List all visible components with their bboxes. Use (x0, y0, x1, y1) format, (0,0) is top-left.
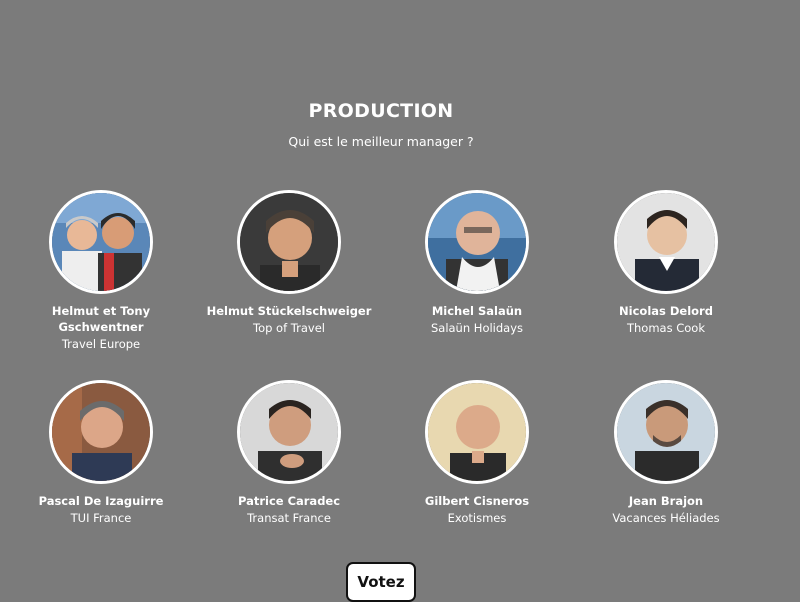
manager-photo-man-portrait-icon (425, 380, 529, 484)
section-title: PRODUCTION (308, 100, 454, 122)
manager-card[interactable]: Patrice Caradec Transat France (204, 380, 374, 526)
manager-photo-man-portrait-icon (237, 190, 341, 294)
manager-company: TUI France (70, 511, 132, 525)
manager-photo-man-portrait-icon (49, 380, 153, 484)
manager-name: Gilbert Cisneros (424, 494, 530, 508)
manager-name: Patrice Caradec (237, 494, 341, 508)
manager-company: Vacances Héliades (612, 511, 720, 525)
manager-photo-man-portrait-icon (614, 190, 718, 294)
manager-photo-man-portrait-icon (614, 380, 718, 484)
manager-card[interactable]: Pascal De Izaguirre TUI France (16, 380, 186, 526)
manager-company: Transat France (247, 511, 331, 525)
manager-name: Michel Salaün (431, 304, 523, 318)
manager-card[interactable]: Helmut Stückelschweiger Top of Travel (204, 190, 374, 336)
manager-name: Helmut et Tony Gschwentner (51, 304, 151, 334)
manager-company: Salaün Holidays (430, 321, 524, 335)
manager-card[interactable]: Jean Brajon Vacances Héliades (581, 380, 751, 526)
manager-name: Nicolas Delord (619, 304, 713, 318)
manager-card[interactable]: Nicolas Delord Thomas Cook (581, 190, 751, 336)
manager-card[interactable]: Helmut et Tony Gschwentner Travel Europe (16, 190, 186, 352)
manager-company: Exotismes (447, 511, 507, 525)
manager-card[interactable]: Michel Salaün Salaün Holidays (392, 190, 562, 336)
manager-company: Travel Europe (61, 337, 141, 351)
manager-photo-man-portrait-icon (425, 190, 529, 294)
manager-name: Jean Brajon (628, 494, 704, 508)
manager-name: Pascal De Izaguirre (38, 494, 164, 508)
manager-name: Helmut Stückelschweiger (206, 304, 372, 318)
manager-grid: Helmut et Tony Gschwentner Travel Europe… (0, 190, 762, 530)
vote-button[interactable]: Votez (346, 562, 416, 602)
manager-photo-two-men-portrait-icon (49, 190, 153, 294)
manager-card[interactable]: Gilbert Cisneros Exotismes (392, 380, 562, 526)
manager-photo-man-portrait-icon (237, 380, 341, 484)
manager-company: Top of Travel (253, 321, 325, 335)
manager-company: Thomas Cook (626, 321, 705, 335)
section-subtitle: Qui est le meilleur manager ? (288, 134, 474, 149)
